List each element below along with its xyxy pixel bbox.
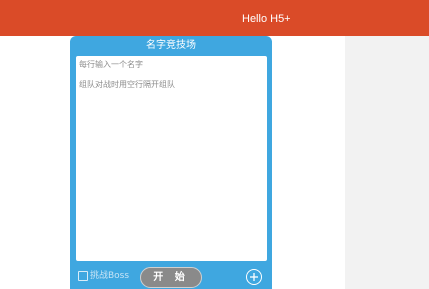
start-button[interactable]: 开 始 <box>140 267 202 288</box>
side-pane <box>345 36 429 289</box>
panel-title: 名字竞技场 <box>146 40 196 51</box>
plus-icon <box>250 273 258 281</box>
app-header: Hello H5+ <box>0 0 429 36</box>
challenge-boss-checkbox[interactable] <box>78 271 88 281</box>
challenge-boss-toggle[interactable]: 挑战Boss <box>78 270 129 282</box>
challenge-boss-label: 挑战Boss <box>90 271 130 281</box>
input-hint-line-2: 组队对战时用空行隔开组队 <box>79 80 175 89</box>
app-title: Hello H5+ <box>242 13 291 25</box>
input-hint-line-1: 每行输入一个名字 <box>79 60 143 69</box>
name-arena-panel: 名字竞技场 每行输入一个名字 组队对战时用空行隔开组队 挑战Boss 开 始 <box>70 36 272 289</box>
add-button[interactable] <box>246 269 262 285</box>
names-input[interactable]: 每行输入一个名字 组队对战时用空行隔开组队 <box>76 56 267 261</box>
